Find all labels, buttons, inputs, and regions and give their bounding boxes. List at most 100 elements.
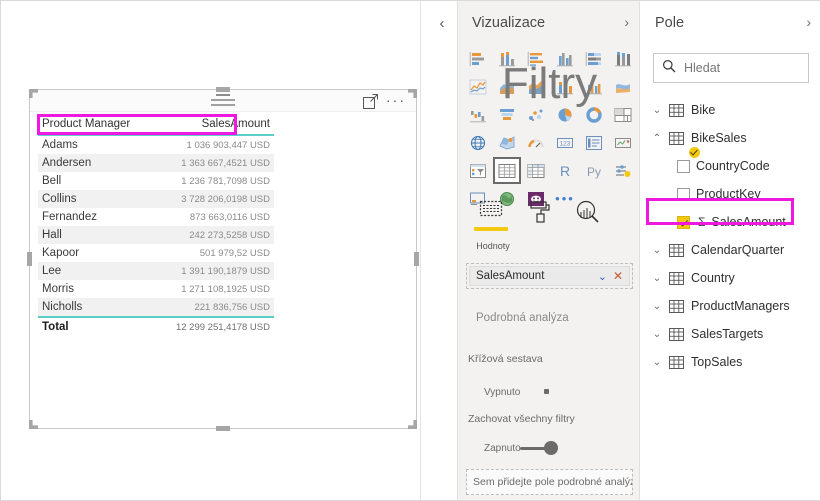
table-row[interactable]: Morris 1 271 108,1925 USD [38,280,274,298]
cell-salesamount[interactable]: 221 836,756 USD [156,298,274,317]
tab-fields[interactable] [470,199,512,239]
waterfall-chart-icon[interactable] [464,101,492,128]
table-row[interactable]: Andersen 1 363 667,4521 USD [38,154,274,172]
cross-report-toggle[interactable] [544,389,549,394]
cell-salesamount[interactable]: 242 273,5258 USD [156,226,274,244]
cell-salesamount[interactable]: 1 363 667,4521 USD [156,154,274,172]
filled-map-icon[interactable] [493,129,521,156]
area-chart-icon[interactable] [493,73,521,100]
values-field-well[interactable]: SalesAmount ⌄ ✕ [466,263,633,289]
column-header-salesamount[interactable]: SalesAmount [156,115,274,136]
funnel-chart-icon[interactable] [493,101,521,128]
table-row[interactable]: Adams 1 036 903,447 USD [38,135,274,154]
key-influencers-icon[interactable] [609,157,637,184]
more-options-icon[interactable]: ··· [386,93,406,109]
clustered-column-chart-icon[interactable] [551,45,579,72]
tab-format[interactable] [518,199,560,239]
keep-filters-toggle-knob[interactable] [544,441,558,455]
cell-product-manager[interactable]: Andersen [38,154,156,172]
field-checkbox[interactable] [677,159,690,173]
cell-product-manager[interactable]: Nicholls [38,298,156,317]
field-pill-salesamount[interactable]: SalesAmount ⌄ ✕ [469,266,630,286]
cell-salesamount[interactable]: 1 391 190,1879 USD [156,262,274,280]
multi-row-card-icon[interactable] [580,129,608,156]
field-pill-chevron-down-icon[interactable]: ⌄ [598,270,607,283]
scatter-chart-icon[interactable] [522,101,550,128]
collapse-panes-chevron-icon[interactable]: ‹ [431,13,453,35]
cell-salesamount[interactable]: 873 663,0116 USD [156,208,274,226]
expand-chevron-icon[interactable]: ⌄ [649,329,665,340]
field-item-productkey[interactable]: ProductKey [641,180,820,208]
cell-product-manager[interactable]: Adams [38,135,156,154]
gauge-icon[interactable] [522,129,550,156]
table-row[interactable]: Kapoor 501 979,52 USD [38,244,274,262]
cell-product-manager[interactable]: Hall [38,226,156,244]
tab-analytics[interactable] [566,199,608,239]
donut-chart-icon[interactable] [580,101,608,128]
matrix-icon[interactable] [522,157,550,184]
card-icon[interactable]: 123 [551,129,579,156]
drag-grip-icon[interactable] [211,94,235,106]
field-checkbox[interactable] [677,215,690,229]
stacked-area-chart-icon[interactable] [522,73,550,100]
table-visual-container[interactable]: ··· Product Manager SalesAmount Adams 1 0… [27,87,419,431]
expand-chevron-icon[interactable]: ⌃ [649,133,665,144]
field-table-topsales[interactable]: ⌄ TopSales [641,348,820,376]
field-table-productmanagers[interactable]: ⌄ ProductManagers [641,292,820,320]
cell-salesamount[interactable]: 3 728 206,0198 USD [156,190,274,208]
cell-product-manager[interactable]: Lee [38,262,156,280]
table-icon[interactable] [493,157,521,184]
cell-product-manager[interactable]: Kapoor [38,244,156,262]
field-table-calendarquarter[interactable]: ⌄ CalendarQuarter [641,236,820,264]
field-pill-remove-icon[interactable]: ✕ [613,269,623,283]
line-clustered-column-chart-icon[interactable] [580,73,608,100]
field-item-countrycode[interactable]: CountryCode [641,152,820,180]
table-row[interactable]: Collins 3 728 206,0198 USD [38,190,274,208]
field-checkbox[interactable] [677,187,690,201]
line-stacked-column-chart-icon[interactable] [551,73,579,100]
field-table-bike[interactable]: ⌄ Bike [641,96,820,124]
expand-chevron-icon[interactable]: ⌄ [649,245,665,256]
r-script-visual-icon[interactable]: R [551,157,579,184]
cell-salesamount[interactable]: 1 236 781,7098 USD [156,172,274,190]
stacked-bar-chart-icon[interactable] [464,45,492,72]
field-item-salesamount[interactable]: Σ SalesAmount [641,208,820,236]
cell-product-manager[interactable]: Fernandez [38,208,156,226]
slicer-icon[interactable] [464,157,492,184]
ribbon-chart-icon[interactable] [609,73,637,100]
table-row[interactable]: Fernandez 873 663,0116 USD [38,208,274,226]
expand-chevron-icon[interactable]: ⌄ [649,357,665,368]
resize-handle-bottom-left[interactable] [29,420,38,429]
treemap-icon[interactable] [609,101,637,128]
cell-salesamount[interactable]: 501 979,52 USD [156,244,274,262]
cell-salesamount[interactable]: 1 271 108,1925 USD [156,280,274,298]
stacked-column-chart-icon[interactable] [493,45,521,72]
report-canvas[interactable]: ··· Product Manager SalesAmount Adams 1 0… [1,1,421,500]
field-table-bikesales[interactable]: ⌃ BikeSales [641,124,820,158]
map-icon[interactable] [464,129,492,156]
visualizations-expand-chevron-icon[interactable]: › [624,14,629,30]
expand-chevron-icon[interactable]: ⌄ [649,105,665,116]
table-row[interactable]: Bell 1 236 781,7098 USD [38,172,274,190]
clustered-bar-chart-icon[interactable] [522,45,550,72]
cell-product-manager[interactable]: Morris [38,280,156,298]
field-table-salestargets[interactable]: ⌄ SalesTargets [641,320,820,348]
cell-product-manager[interactable]: Bell [38,172,156,190]
hundred-percent-stacked-bar-chart-icon[interactable] [580,45,608,72]
kpi-icon[interactable] [609,129,637,156]
table-row[interactable]: Hall 242 273,5258 USD [38,226,274,244]
resize-handle-bottom-right[interactable] [408,420,417,429]
field-table-country[interactable]: ⌄ Country [641,264,820,292]
focus-mode-icon[interactable] [363,94,378,109]
table-row[interactable]: Nicholls 221 836,756 USD [38,298,274,317]
table-visual[interactable]: Product Manager SalesAmount Adams 1 036 9… [38,115,274,336]
line-chart-icon[interactable] [464,73,492,100]
fields-search-box[interactable]: Hledat [653,53,809,83]
pie-chart-icon[interactable] [551,101,579,128]
table-row[interactable]: Lee 1 391 190,1879 USD [38,262,274,280]
cell-product-manager[interactable]: Collins [38,190,156,208]
fields-expand-chevron-icon[interactable]: › [806,14,811,30]
cell-salesamount[interactable]: 1 036 903,447 USD [156,135,274,154]
resize-handle-right[interactable] [414,252,419,266]
drillthrough-drop-zone[interactable]: Sem přidejte pole podrobné analýzy [466,469,633,495]
